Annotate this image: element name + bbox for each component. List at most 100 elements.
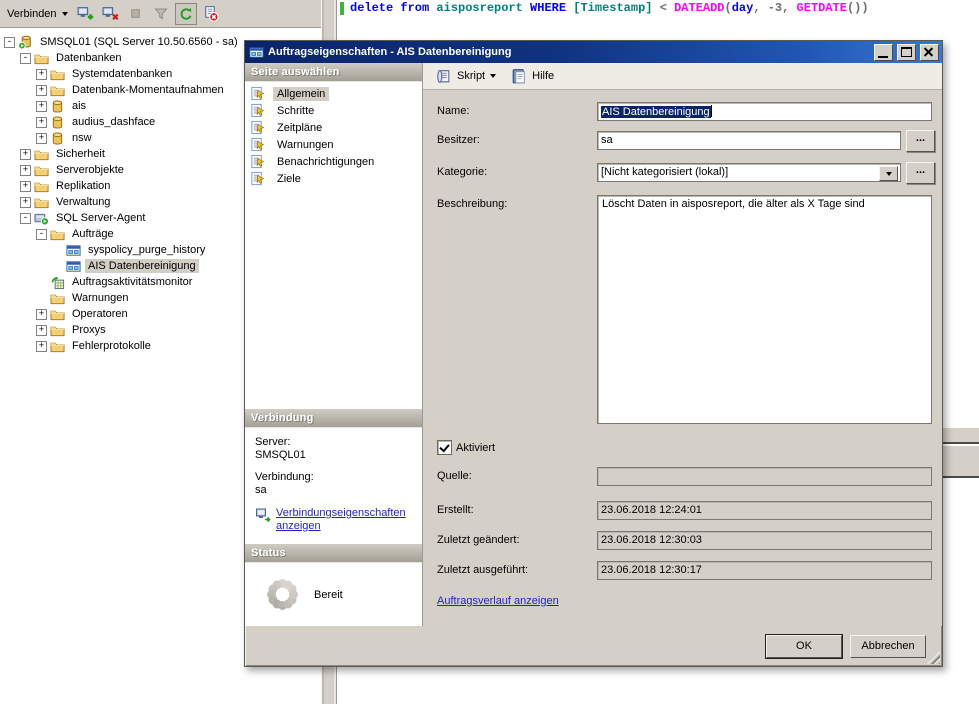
- sql-editor[interactable]: delete from aisposreport WHERE [Timestam…: [338, 0, 979, 36]
- expander-icon[interactable]: -: [20, 213, 31, 224]
- status-header: Status: [245, 544, 422, 562]
- expander-icon[interactable]: +: [20, 149, 31, 160]
- page-label: Schritte: [273, 104, 318, 118]
- stop-icon: [128, 6, 143, 21]
- folder-icon: [34, 195, 49, 210]
- refresh-button[interactable]: [175, 3, 197, 25]
- job-icon: [66, 259, 81, 274]
- database-icon: [50, 131, 65, 146]
- script-error-button[interactable]: [200, 3, 222, 25]
- expander-icon[interactable]: +: [20, 165, 31, 176]
- tree-label: Serverobjekte: [53, 163, 127, 177]
- chevron-down-icon: [62, 12, 68, 16]
- enabled-label: Aktiviert: [456, 442, 495, 454]
- sql-code-line: delete from aisposreport WHERE [Timestam…: [350, 1, 869, 15]
- last-executed-field: 23.06.2018 12:30:17: [597, 561, 932, 580]
- modified-field: 23.06.2018 12:30:03: [597, 531, 932, 550]
- text-caret: [711, 105, 712, 117]
- category-select[interactable]: [Nicht kategorisiert (lokal)]: [597, 163, 901, 182]
- dialog-titlebar[interactable]: Auftragseigenschaften - AIS Datenbereini…: [245, 41, 942, 63]
- enabled-checkbox[interactable]: [437, 440, 452, 455]
- expander-icon[interactable]: +: [36, 117, 47, 128]
- job-icon: [66, 243, 81, 258]
- expander-icon[interactable]: +: [36, 309, 47, 320]
- script-label: Skript: [457, 70, 485, 82]
- disconnect-server-button[interactable]: [100, 3, 122, 25]
- expander-icon[interactable]: +: [20, 181, 31, 192]
- page-item-warnungen[interactable]: Warnungen: [247, 136, 420, 153]
- source-field: [597, 467, 932, 486]
- expander-icon[interactable]: +: [36, 85, 47, 96]
- expander-icon[interactable]: +: [36, 341, 47, 352]
- connect-server-button[interactable]: [75, 3, 97, 25]
- tree-label: audius_dashface: [69, 115, 158, 129]
- script-icon: [435, 68, 452, 85]
- dropdown-arrow-button[interactable]: [879, 166, 898, 181]
- expander-spacer: [52, 261, 63, 272]
- expander-icon[interactable]: -: [4, 37, 15, 48]
- sql-token: (: [725, 1, 732, 15]
- maximize-button[interactable]: [897, 44, 916, 61]
- page-item-zeitplaene[interactable]: Zeitpläne: [247, 119, 420, 136]
- description-label: Beschreibung:: [437, 198, 507, 210]
- chevron-down-icon: [886, 172, 892, 176]
- folder-icon: [34, 147, 49, 162]
- description-textarea[interactable]: Löscht Daten in aisposreport, die älter …: [597, 195, 932, 424]
- folder-icon: [50, 323, 65, 338]
- page-item-benachrichtigungen[interactable]: Benachrichtigungen: [247, 153, 420, 170]
- expander-icon[interactable]: -: [36, 229, 47, 240]
- minimize-button[interactable]: [874, 44, 893, 61]
- help-button[interactable]: Hilfe: [507, 66, 557, 87]
- page-item-schritte[interactable]: Schritte: [247, 102, 420, 119]
- page-item-allgemein[interactable]: Allgemein: [247, 85, 420, 102]
- page-label: Ziele: [273, 172, 305, 186]
- expander-icon[interactable]: -: [20, 53, 31, 64]
- page-icon: [250, 154, 265, 169]
- script-button[interactable]: Skript: [432, 66, 499, 87]
- category-browse-button[interactable]: ...: [906, 162, 935, 184]
- expander-icon[interactable]: +: [36, 133, 47, 144]
- connection-properties-link[interactable]: Verbindungseigenschaften anzeigen: [276, 507, 398, 533]
- created-label: Erstellt:: [437, 504, 474, 516]
- expander-icon[interactable]: +: [36, 325, 47, 336]
- refresh-icon: [178, 6, 193, 21]
- cancel-button[interactable]: Abbrechen: [850, 635, 926, 658]
- chevron-down-icon: [490, 74, 496, 78]
- expander-icon[interactable]: +: [36, 69, 47, 80]
- page-icon: [250, 120, 265, 135]
- status-panel: Bereit: [245, 562, 422, 626]
- connect-dropdown-button[interactable]: Verbinden: [3, 5, 72, 23]
- tree-label: Verwaltung: [53, 195, 113, 209]
- page-icon: [250, 137, 265, 152]
- folder-icon: [34, 51, 49, 66]
- owner-browse-button[interactable]: ...: [906, 130, 935, 152]
- server-value: SMSQL01: [255, 449, 422, 462]
- page-label: Zeitpläne: [273, 121, 326, 135]
- expander-icon[interactable]: +: [36, 101, 47, 112]
- folder-icon: [50, 83, 65, 98]
- background-window-band: [941, 428, 979, 444]
- sql-token: <: [660, 1, 674, 15]
- object-explorer-toolbar: Verbinden: [0, 0, 321, 28]
- dialog-left-panel: Seite auswählen Allgemein Schritte Zeitp…: [245, 63, 423, 626]
- page-label: Allgemein: [273, 87, 329, 101]
- connection-panel: Server: SMSQL01 Verbindung: sa Verbindun…: [245, 427, 422, 544]
- name-input[interactable]: AIS Datenbereinigung: [597, 102, 932, 121]
- server-icon: [18, 35, 33, 50]
- close-button[interactable]: [920, 44, 939, 61]
- job-history-link[interactable]: Auftragsverlauf anzeigen: [437, 595, 559, 607]
- sql-token: WHERE: [530, 1, 573, 15]
- resize-grip[interactable]: [927, 651, 940, 664]
- page-list: Allgemein Schritte Zeitpläne Warnungen B…: [245, 81, 422, 409]
- ok-button[interactable]: OK: [766, 635, 842, 658]
- page-label: Benachrichtigungen: [273, 155, 378, 169]
- database-icon: [50, 115, 65, 130]
- expander-icon[interactable]: +: [20, 197, 31, 208]
- owner-input[interactable]: sa: [597, 131, 901, 150]
- connect-label: Verbinden: [7, 8, 57, 20]
- page-icon: [250, 171, 265, 186]
- page-item-ziele[interactable]: Ziele: [247, 170, 420, 187]
- category-label: Kategorie:: [437, 166, 487, 178]
- tree-label: Sicherheit: [53, 147, 108, 161]
- folder-icon: [50, 307, 65, 322]
